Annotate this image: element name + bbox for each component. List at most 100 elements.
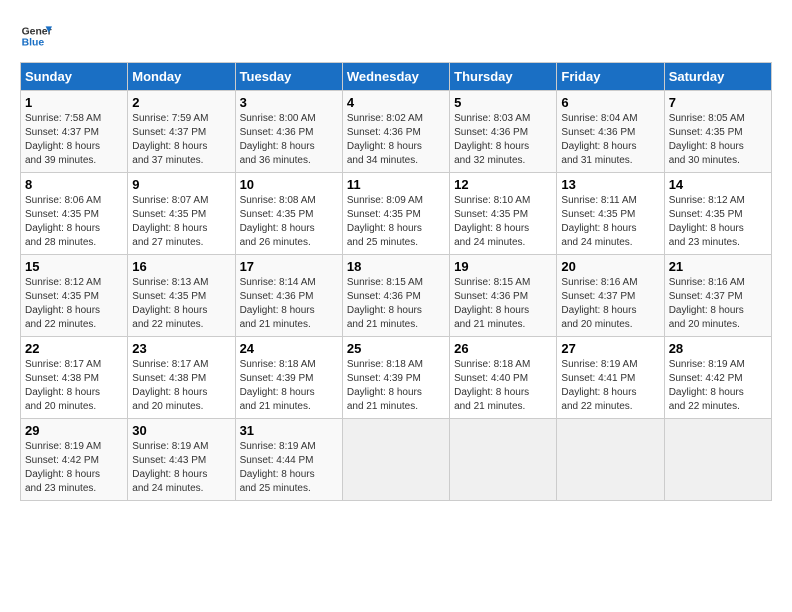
calendar-cell [664,419,771,501]
day-number: 21 [669,259,767,274]
calendar-cell: 16Sunrise: 8:13 AMSunset: 4:35 PMDayligh… [128,255,235,337]
calendar-cell: 11 Sunrise: 8:09 AMSunset: 4:35 PMDayligh… [342,173,449,255]
day-info: Sunrise: 8:12 AMSunset: 4:35 PMDaylight:… [669,194,767,250]
day-number: 29 [25,423,123,438]
day-info: Sunrise: 8:12 AMSunset: 4:35 PMDaylight:… [25,276,123,332]
day-number: 15 [25,259,123,274]
day-info: Sunrise: 8:10 AMSunset: 4:35 PMDaylight:… [454,194,552,250]
calendar-cell: 6 Sunrise: 8:04 AMSunset: 4:36 PMDaylight… [557,91,664,173]
calendar-cell: 18 Sunrise: 8:15 AMSunset: 4:36 PMDayligh… [342,255,449,337]
day-info: Sunrise: 8:00 AMSunset: 4:36 PMDaylight:… [240,112,338,168]
calendar-body: 1 Sunrise: 7:58 AMSunset: 4:37 PMDaylight… [21,91,772,501]
day-number: 14 [669,177,767,192]
day-number: 20 [561,259,659,274]
day-number: 6 [561,95,659,110]
day-info: Sunrise: 8:18 AMSunset: 4:39 PMDaylight:… [347,358,445,414]
calendar-cell: 1 Sunrise: 7:58 AMSunset: 4:37 PMDaylight… [21,91,128,173]
calendar-table: SundayMondayTuesdayWednesdayThursdayFrid… [20,62,772,501]
day-number: 5 [454,95,552,110]
day-info: Sunrise: 8:09 AMSunset: 4:35 PMDaylight:… [347,194,445,250]
calendar-cell: 13 Sunrise: 8:11 AMSunset: 4:35 PMDayligh… [557,173,664,255]
calendar-cell: 31 Sunrise: 8:19 AMSunset: 4:44 PMDayligh… [235,419,342,501]
calendar-cell: 29 Sunrise: 8:19 AMSunset: 4:42 PMDayligh… [21,419,128,501]
day-info: Sunrise: 8:16 AMSunset: 4:37 PMDaylight:… [669,276,767,332]
calendar-cell: 4Sunrise: 8:02 AMSunset: 4:36 PMDaylight… [342,91,449,173]
day-header-friday: Friday [557,63,664,91]
calendar-cell: 15 Sunrise: 8:12 AMSunset: 4:35 PMDayligh… [21,255,128,337]
day-number: 1 [25,95,123,110]
svg-text:Blue: Blue [22,38,45,49]
day-number: 16 [132,259,230,274]
day-info: Sunrise: 8:02 AMSunset: 4:36 PMDaylight:… [347,112,445,168]
calendar-cell: 2 Sunrise: 7:59 AMSunset: 4:37 PMDaylight… [128,91,235,173]
calendar-week-3: 15 Sunrise: 8:12 AMSunset: 4:35 PMDayligh… [21,255,772,337]
day-info: Sunrise: 8:17 AMSunset: 4:38 PMDaylight:… [25,358,123,414]
day-info: Sunrise: 8:14 AMSunset: 4:36 PMDaylight:… [240,276,338,332]
day-number: 3 [240,95,338,110]
calendar-cell: 21 Sunrise: 8:16 AMSunset: 4:37 PMDayligh… [664,255,771,337]
day-number: 24 [240,341,338,356]
calendar-cell: 9 Sunrise: 8:07 AMSunset: 4:35 PMDaylight… [128,173,235,255]
calendar-cell: 28Sunrise: 8:19 AMSunset: 4:42 PMDayligh… [664,337,771,419]
logo-icon: General Blue [20,20,52,52]
day-number: 22 [25,341,123,356]
day-header-thursday: Thursday [450,63,557,91]
calendar-cell: 23Sunrise: 8:17 AMSunset: 4:38 PMDayligh… [128,337,235,419]
day-header-wednesday: Wednesday [342,63,449,91]
day-info: Sunrise: 8:19 AMSunset: 4:44 PMDaylight:… [240,440,338,496]
calendar-cell: 22 Sunrise: 8:17 AMSunset: 4:38 PMDayligh… [21,337,128,419]
calendar-cell: 26Sunrise: 8:18 AMSunset: 4:40 PMDayligh… [450,337,557,419]
day-info: Sunrise: 8:15 AMSunset: 4:36 PMDaylight:… [347,276,445,332]
calendar-cell: 3 Sunrise: 8:00 AMSunset: 4:36 PMDaylight… [235,91,342,173]
calendar-cell: 8Sunrise: 8:06 AMSunset: 4:35 PMDaylight… [21,173,128,255]
calendar-cell: 19 Sunrise: 8:15 AMSunset: 4:36 PMDayligh… [450,255,557,337]
calendar-cell [557,419,664,501]
calendar-cell [342,419,449,501]
calendar-cell: 24 Sunrise: 8:18 AMSunset: 4:39 PMDayligh… [235,337,342,419]
day-header-saturday: Saturday [664,63,771,91]
day-number: 30 [132,423,230,438]
day-info: Sunrise: 8:17 AMSunset: 4:38 PMDaylight:… [132,358,230,414]
day-info: Sunrise: 8:16 AMSunset: 4:37 PMDaylight:… [561,276,659,332]
day-info: Sunrise: 8:18 AMSunset: 4:39 PMDaylight:… [240,358,338,414]
day-info: Sunrise: 8:15 AMSunset: 4:36 PMDaylight:… [454,276,552,332]
day-number: 11 [347,177,445,192]
day-number: 2 [132,95,230,110]
calendar-cell: 12 Sunrise: 8:10 AMSunset: 4:35 PMDayligh… [450,173,557,255]
calendar-cell: 7Sunrise: 8:05 AMSunset: 4:35 PMDaylight… [664,91,771,173]
day-info: Sunrise: 7:59 AMSunset: 4:37 PMDaylight:… [132,112,230,168]
day-number: 31 [240,423,338,438]
day-info: Sunrise: 8:04 AMSunset: 4:36 PMDaylight:… [561,112,659,168]
day-info: Sunrise: 8:11 AMSunset: 4:35 PMDaylight:… [561,194,659,250]
day-info: Sunrise: 7:58 AMSunset: 4:37 PMDaylight:… [25,112,123,168]
day-number: 13 [561,177,659,192]
day-number: 12 [454,177,552,192]
day-info: Sunrise: 8:19 AMSunset: 4:41 PMDaylight:… [561,358,659,414]
calendar-cell: 14 Sunrise: 8:12 AMSunset: 4:35 PMDayligh… [664,173,771,255]
day-info: Sunrise: 8:19 AMSunset: 4:42 PMDaylight:… [669,358,767,414]
calendar-week-2: 8Sunrise: 8:06 AMSunset: 4:35 PMDaylight… [21,173,772,255]
calendar-cell [450,419,557,501]
calendar-week-1: 1 Sunrise: 7:58 AMSunset: 4:37 PMDaylight… [21,91,772,173]
calendar-cell: 25 Sunrise: 8:18 AMSunset: 4:39 PMDayligh… [342,337,449,419]
calendar-week-5: 29 Sunrise: 8:19 AMSunset: 4:42 PMDayligh… [21,419,772,501]
calendar-cell: 20 Sunrise: 8:16 AMSunset: 4:37 PMDayligh… [557,255,664,337]
calendar-header-row: SundayMondayTuesdayWednesdayThursdayFrid… [21,63,772,91]
day-number: 10 [240,177,338,192]
day-number: 25 [347,341,445,356]
calendar-cell: 17 Sunrise: 8:14 AMSunset: 4:36 PMDayligh… [235,255,342,337]
calendar-cell: 5 Sunrise: 8:03 AMSunset: 4:36 PMDaylight… [450,91,557,173]
calendar-cell: 10Sunrise: 8:08 AMSunset: 4:35 PMDayligh… [235,173,342,255]
day-info: Sunrise: 8:05 AMSunset: 4:35 PMDaylight:… [669,112,767,168]
day-info: Sunrise: 8:18 AMSunset: 4:40 PMDaylight:… [454,358,552,414]
calendar-cell: 30Sunrise: 8:19 AMSunset: 4:43 PMDayligh… [128,419,235,501]
day-info: Sunrise: 8:19 AMSunset: 4:42 PMDaylight:… [25,440,123,496]
day-number: 27 [561,341,659,356]
day-info: Sunrise: 8:07 AMSunset: 4:35 PMDaylight:… [132,194,230,250]
day-number: 18 [347,259,445,274]
day-number: 19 [454,259,552,274]
day-info: Sunrise: 8:03 AMSunset: 4:36 PMDaylight:… [454,112,552,168]
calendar-cell: 27 Sunrise: 8:19 AMSunset: 4:41 PMDayligh… [557,337,664,419]
day-number: 17 [240,259,338,274]
day-number: 9 [132,177,230,192]
